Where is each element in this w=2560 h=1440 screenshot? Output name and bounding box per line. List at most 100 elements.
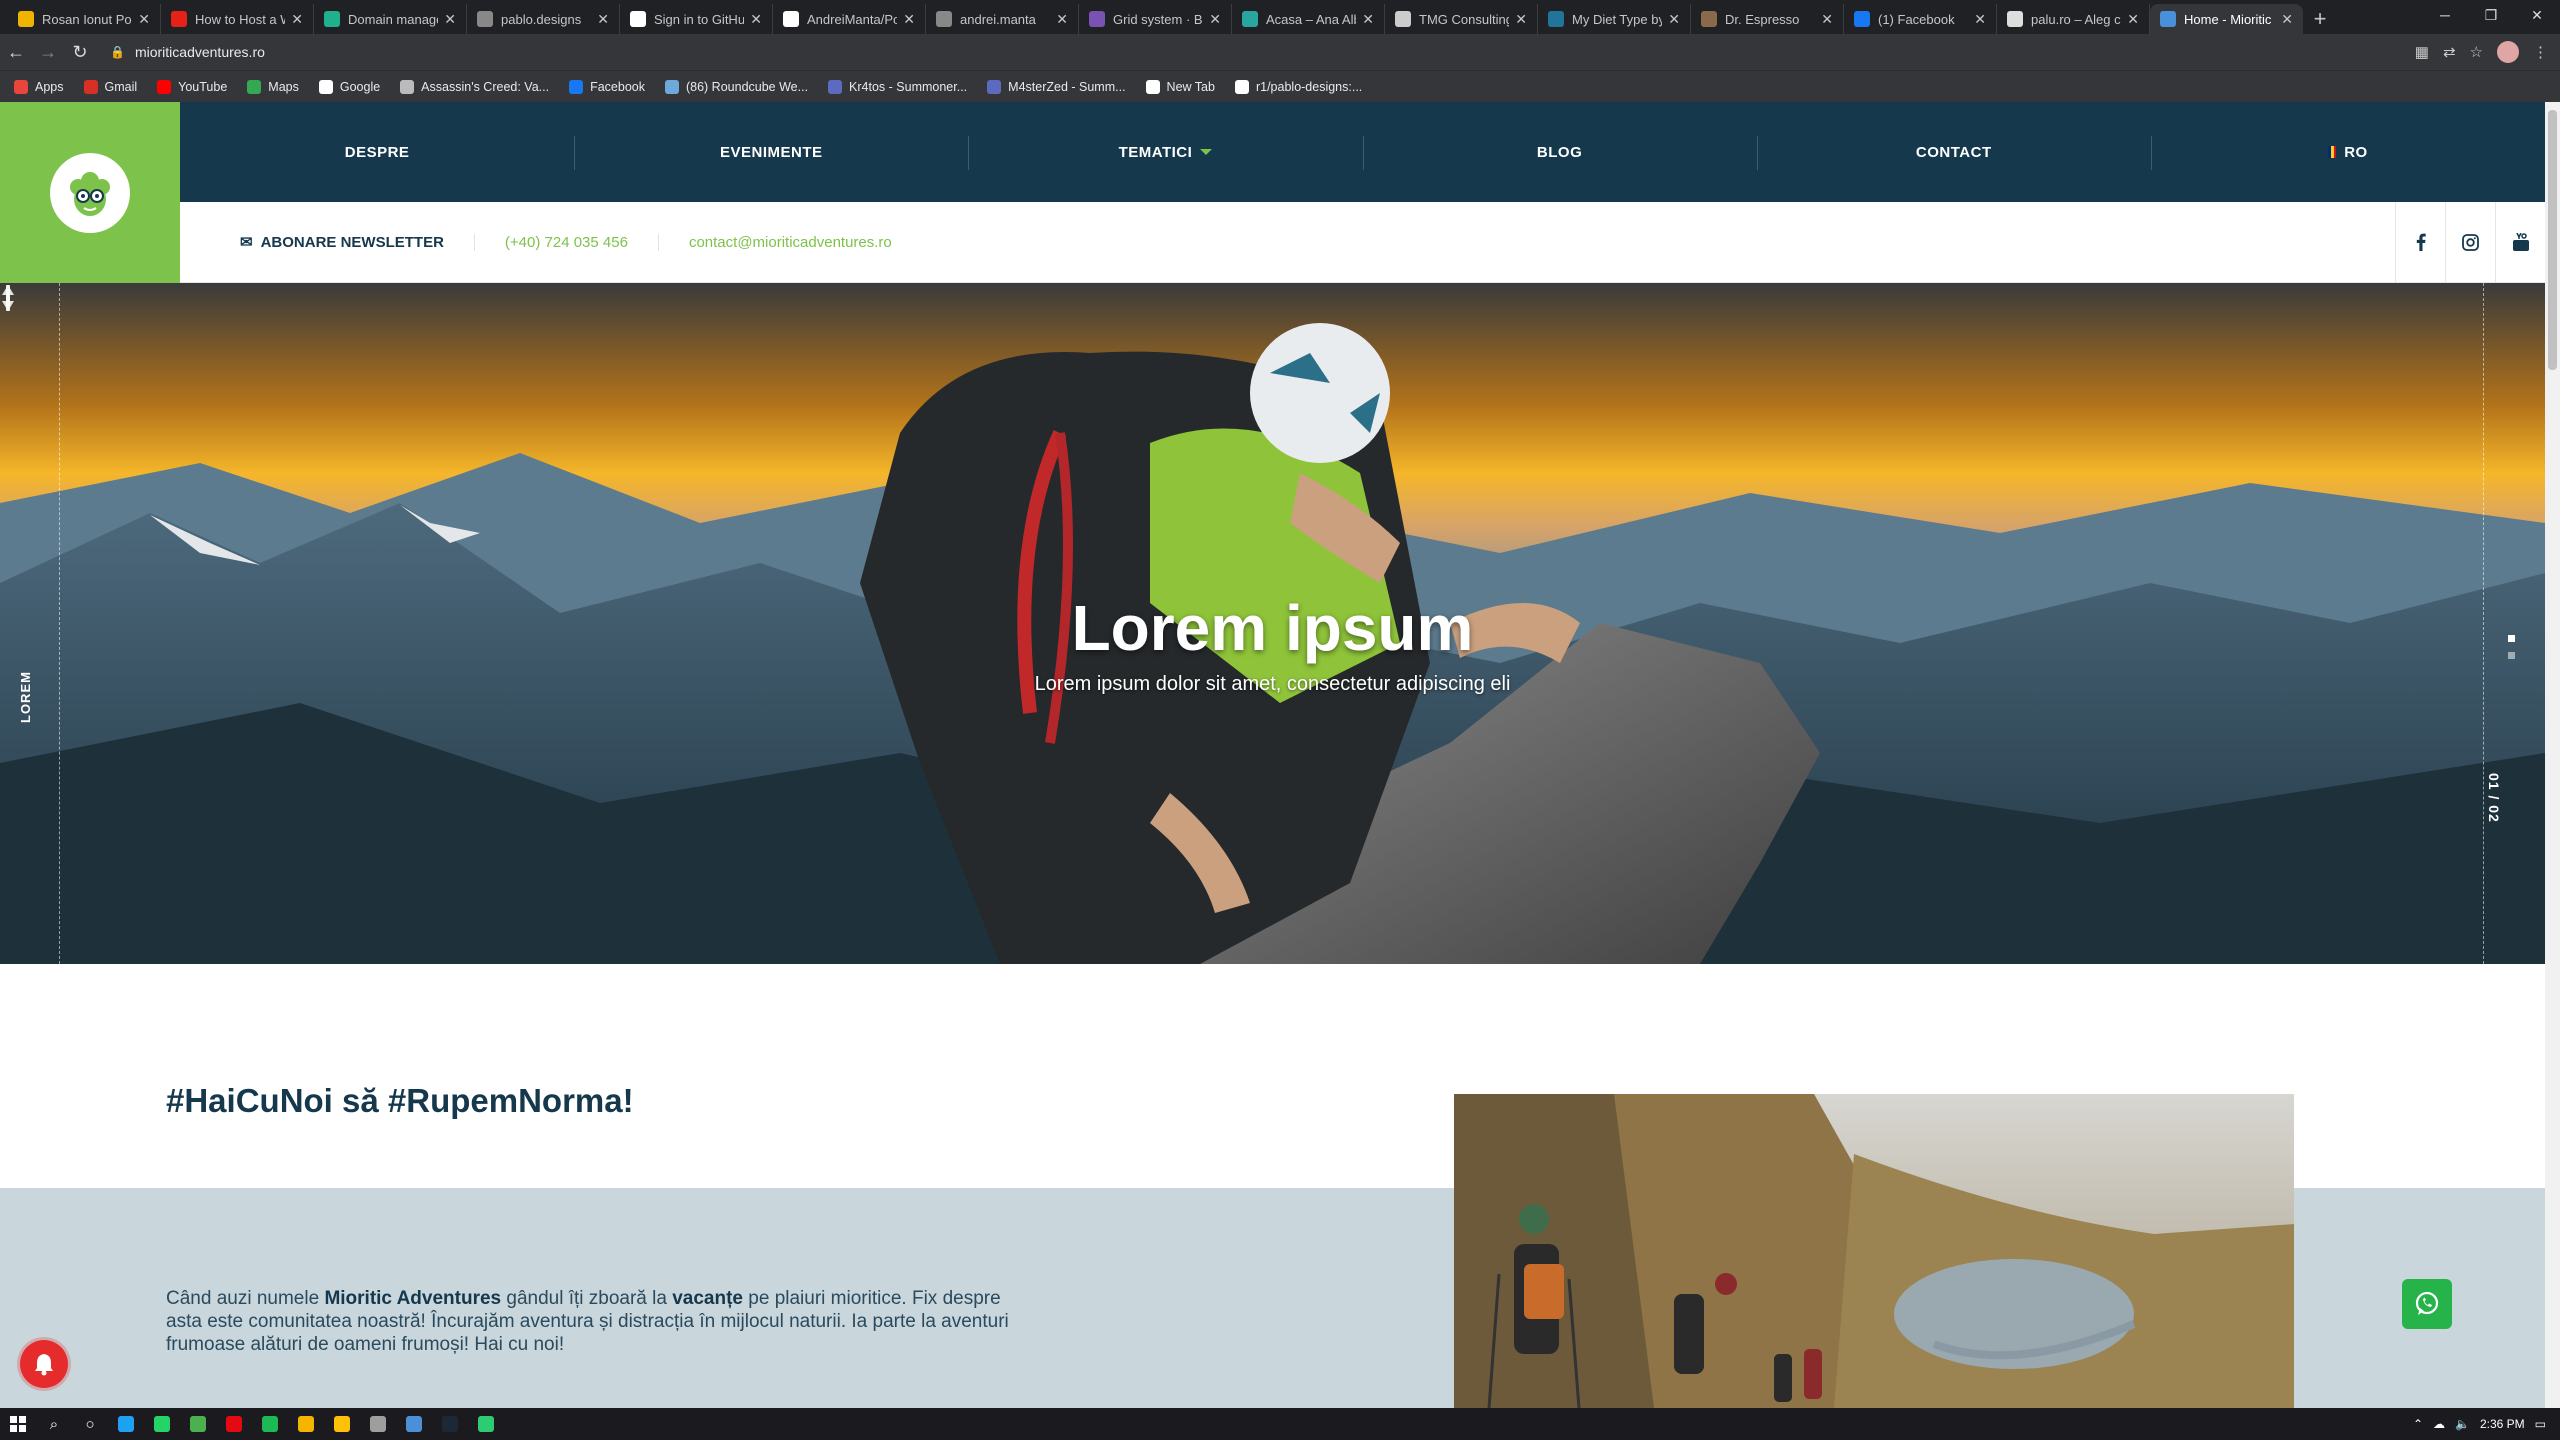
taskbar-app-icon[interactable] — [324, 1408, 360, 1440]
bookmark-label: Facebook — [590, 79, 645, 94]
taskbar-app-icon[interactable] — [108, 1408, 144, 1440]
browser-tab[interactable]: Rosan Ionut Portf ✕ — [8, 4, 161, 34]
windows-start-icon[interactable] — [0, 1408, 36, 1440]
notification-bell-button[interactable] — [20, 1340, 68, 1388]
whatsapp-button[interactable] — [2402, 1279, 2452, 1329]
menu-icon[interactable]: ⋮ — [2533, 43, 2548, 61]
taskbar-app-icon[interactable] — [432, 1408, 468, 1440]
close-tab-icon[interactable]: ✕ — [1974, 11, 1986, 28]
nav-despre[interactable]: DESPRE — [180, 144, 574, 161]
url-text: mioriticadventures.ro — [134, 44, 265, 60]
newsletter-link[interactable]: ✉ ABONARE NEWSLETTER — [240, 233, 474, 252]
taskbar-app-icon[interactable] — [180, 1408, 216, 1440]
bookmark-item[interactable]: Gmail — [83, 79, 137, 94]
taskbar-app-icon[interactable] — [144, 1408, 180, 1440]
phone-link[interactable]: (+40) 724 035 456 — [473, 233, 658, 251]
tray-chevron-icon[interactable]: ⌃ — [2413, 1417, 2423, 1431]
browser-tab[interactable]: pablo.designs ✕ — [467, 4, 620, 34]
qr-icon[interactable]: ▦ — [2415, 43, 2429, 61]
translate-icon[interactable]: ⇄ — [2443, 43, 2456, 61]
address-bar[interactable]: 🔒 mioriticadventures.ro — [110, 38, 2330, 66]
forward-icon[interactable]: → — [32, 36, 64, 68]
close-tab-icon[interactable]: ✕ — [2127, 11, 2139, 28]
browser-tab[interactable]: Sign in to GitHub ✕ — [620, 4, 773, 34]
browser-tab[interactable]: Domain manage ✕ — [314, 4, 467, 34]
close-tab-icon[interactable]: ✕ — [138, 11, 150, 28]
close-tab-icon[interactable]: ✕ — [1668, 11, 1680, 28]
minimize-icon[interactable]: ─ — [2422, 0, 2468, 30]
email-link[interactable]: contact@mioriticadventures.ro — [657, 233, 922, 251]
browser-tab[interactable]: How to Host a W ✕ — [161, 4, 314, 34]
new-tab-button[interactable]: + — [2303, 4, 2337, 34]
close-tab-icon[interactable]: ✕ — [1515, 11, 1527, 28]
close-tab-icon[interactable]: ✕ — [750, 11, 762, 28]
close-tab-icon[interactable]: ✕ — [291, 11, 303, 28]
browser-tab[interactable]: andrei.manta ✕ — [926, 4, 1079, 34]
nav-blog[interactable]: BLOG — [1362, 135, 1757, 170]
close-tab-icon[interactable]: ✕ — [903, 11, 915, 28]
network-icon[interactable]: ☁ — [2433, 1417, 2445, 1431]
taskbar-app-icon[interactable] — [288, 1408, 324, 1440]
browser-tab[interactable]: Grid system · Bo ✕ — [1079, 4, 1232, 34]
instagram-icon[interactable] — [2445, 201, 2495, 283]
close-tab-icon[interactable]: ✕ — [2281, 11, 2293, 28]
bookmark-item[interactable]: M4sterZed - Summ... — [987, 79, 1126, 94]
taskbar-app-icon[interactable] — [396, 1408, 432, 1440]
browser-tab[interactable]: My Diet Type by ✕ — [1538, 4, 1691, 34]
bookmark-item[interactable]: Apps — [14, 79, 64, 94]
bookmark-item[interactable]: Maps — [247, 79, 299, 94]
clock[interactable]: 2:36 PM — [2480, 1417, 2525, 1431]
facebook-icon[interactable] — [2395, 201, 2445, 283]
close-tab-icon[interactable]: ✕ — [1209, 11, 1221, 28]
page-scrollbar[interactable] — [2545, 102, 2560, 1408]
search-icon[interactable]: ⌕ — [36, 1408, 72, 1440]
language-switcher[interactable]: RO — [2150, 135, 2545, 170]
browser-tab[interactable]: AndreiManta/Po ✕ — [773, 4, 926, 34]
bookmark-item[interactable]: Google — [318, 79, 380, 94]
bookmark-item[interactable]: (86) Roundcube We... — [664, 79, 808, 94]
taskbar-app-icon[interactable] — [252, 1408, 288, 1440]
bookmark-item[interactable]: Facebook — [569, 79, 645, 94]
browser-tab[interactable]: (1) Facebook ✕ — [1844, 4, 1997, 34]
bookmark-item[interactable]: New Tab — [1145, 79, 1215, 94]
star-icon[interactable]: ☆ — [2470, 43, 2483, 61]
close-tab-icon[interactable]: ✕ — [444, 11, 456, 28]
taskbar-app-icon[interactable] — [216, 1408, 252, 1440]
notifications-icon[interactable]: ▭ — [2535, 1417, 2546, 1431]
avatar[interactable] — [2497, 41, 2519, 63]
youtube-icon[interactable] — [2495, 201, 2545, 283]
browser-tab[interactable]: TMG Consulting ✕ — [1385, 4, 1538, 34]
task-view-icon[interactable]: ○ — [72, 1408, 108, 1440]
bookmark-item[interactable]: YouTube — [157, 79, 227, 94]
nav-tematici[interactable]: TEMATICI — [968, 135, 1362, 170]
nav-evenimente[interactable]: EVENIMENTE — [574, 135, 968, 170]
nav-contact[interactable]: CONTACT — [1756, 135, 2151, 170]
taskbar-app-icon[interactable] — [468, 1408, 504, 1440]
bookmark-item[interactable]: Assassin's Creed: Va... — [400, 79, 549, 94]
slider-dot-2[interactable] — [2508, 652, 2515, 659]
site-logo[interactable] — [0, 102, 180, 283]
volume-icon[interactable]: 🔈 — [2455, 1417, 2470, 1431]
scrollbar-thumb[interactable] — [2548, 110, 2557, 370]
restore-icon[interactable]: ❐ — [2468, 0, 2514, 30]
close-tab-icon[interactable]: ✕ — [1056, 11, 1068, 28]
bookmark-item[interactable]: r1/pablo-designs:... — [1234, 79, 1362, 94]
bookmark-label: Kr4tos - Summoner... — [849, 79, 968, 94]
bookmark-icon — [1234, 79, 1249, 94]
browser-tab[interactable]: Dr. Espresso ✕ — [1691, 4, 1844, 34]
bookmark-item[interactable]: Kr4tos - Summoner... — [828, 79, 968, 94]
close-tab-icon[interactable]: ✕ — [1821, 11, 1833, 28]
close-window-icon[interactable]: ✕ — [2514, 0, 2560, 30]
reload-icon[interactable]: ↻ — [64, 36, 96, 68]
arrow-down-icon[interactable] — [0, 283, 16, 313]
taskbar-app-icon[interactable] — [360, 1408, 396, 1440]
browser-tab[interactable]: Home - Mioritic ✕ — [2150, 4, 2303, 34]
close-tab-icon[interactable]: ✕ — [597, 11, 609, 28]
slider-dot-1[interactable] — [2508, 635, 2515, 642]
back-icon[interactable]: ← — [0, 36, 32, 68]
close-tab-icon[interactable]: ✕ — [1362, 11, 1374, 28]
browser-tab[interactable]: palu.ro – Aleg co ✕ — [1997, 4, 2150, 34]
browser-tab[interactable]: Acasa – Ana Albu ✕ — [1232, 4, 1385, 34]
bookmark-icon — [987, 79, 1002, 94]
favicon-icon — [1548, 11, 1564, 27]
